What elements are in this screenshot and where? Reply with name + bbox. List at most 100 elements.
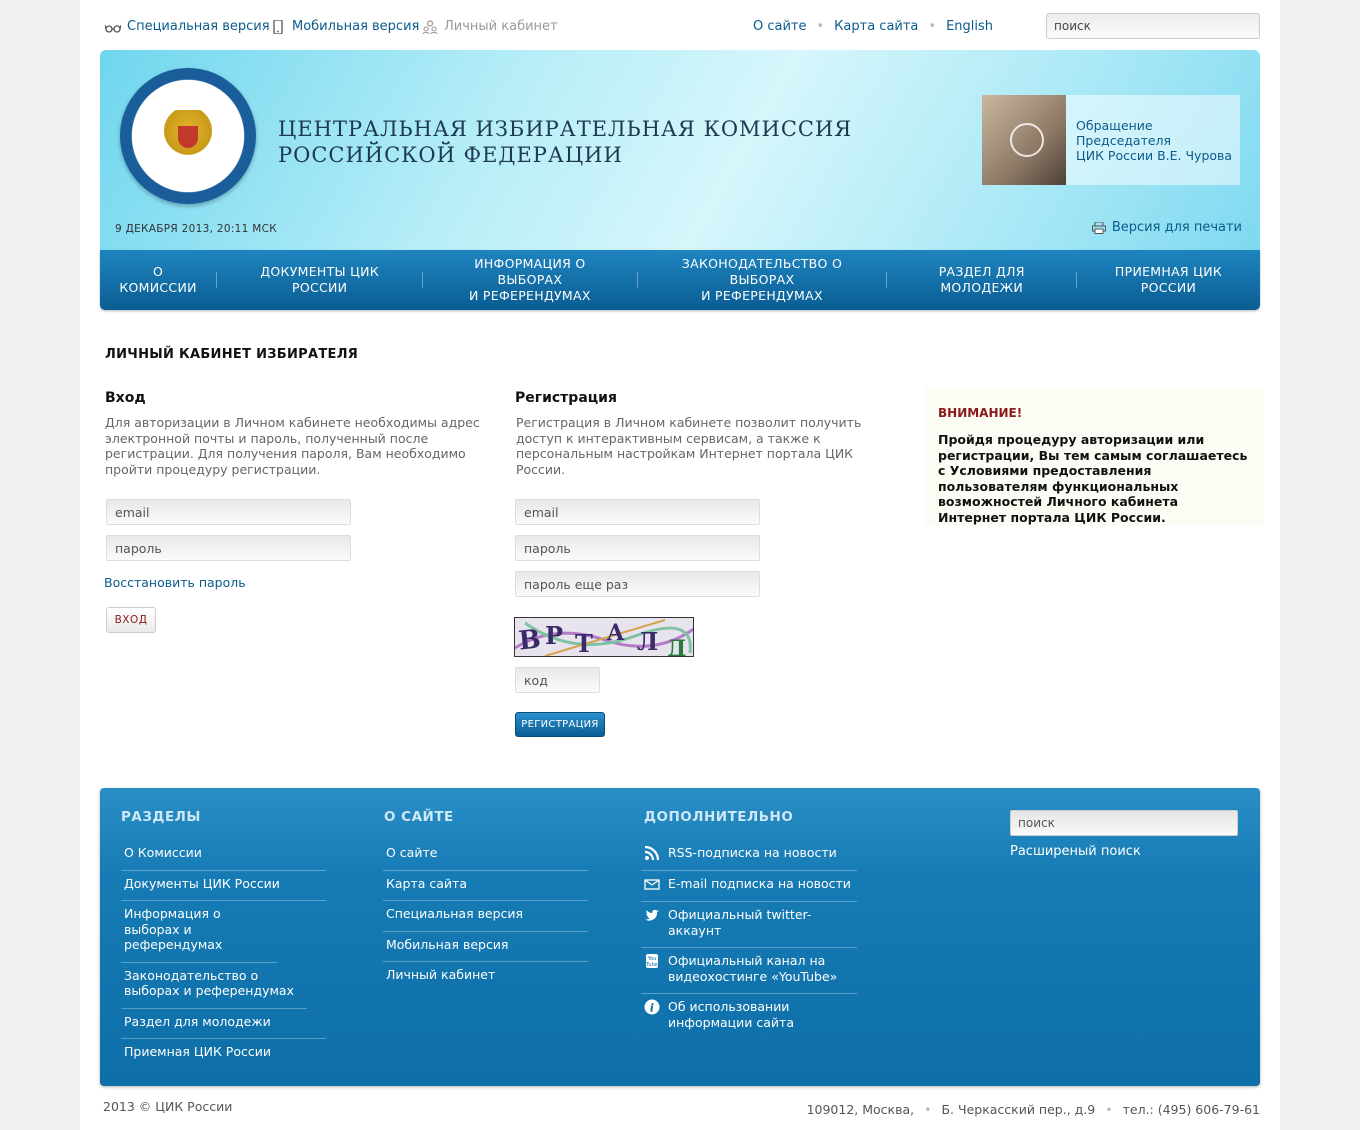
sitemap-link[interactable]: Карта сайта	[834, 19, 918, 34]
footer-link[interactable]: Приемная ЦИК России	[121, 1039, 326, 1069]
footer-extra-list: RSS-подписка на новости E-mail подписка …	[641, 840, 857, 1039]
restore-password-link[interactable]: Восстановить пароль	[104, 575, 246, 590]
english-link[interactable]: English	[946, 19, 993, 34]
footer-youtube-link[interactable]: You Tube Официальный канал на видеохостин…	[641, 948, 857, 994]
register-heading: Регистрация	[515, 390, 617, 406]
svg-text:B: B	[517, 624, 542, 656]
address-city: 109012, Москва,	[806, 1102, 915, 1117]
svg-text:Д: Д	[667, 636, 687, 657]
footer-link[interactable]: Мобильная версия	[383, 932, 588, 962]
shield-icon	[178, 126, 198, 148]
register-password-input[interactable]	[515, 535, 760, 561]
footer-info-link[interactable]: i Об использовании информации сайта	[641, 994, 857, 1039]
svg-text:T: T	[575, 629, 593, 657]
advanced-search-link[interactable]: Расширеный поиск	[1010, 844, 1141, 859]
register-email-input[interactable]	[515, 499, 760, 525]
footer-link[interactable]: Раздел для молодежи	[121, 1009, 326, 1039]
chairman-address-block[interactable]: Обращение Председателя ЦИК России В.Е. Ч…	[982, 95, 1240, 185]
footer-link[interactable]: Документы ЦИК России	[121, 871, 326, 901]
register-password-repeat-input[interactable]	[515, 571, 760, 597]
login-email-input[interactable]	[106, 499, 351, 525]
svg-text:A: A	[606, 620, 625, 646]
captcha-graphic: B P T A Л Д	[515, 618, 693, 657]
footer-link[interactable]: О Комиссии	[121, 840, 326, 871]
notice-box: ВНИМАНИЕ! Пройдя процедуру авторизации и…	[925, 388, 1263, 526]
info-icon: i	[644, 999, 660, 1015]
envelope-icon	[644, 879, 660, 890]
nav-elections-info[interactable]: Информация о выборах и референдумах	[423, 256, 636, 304]
page-title: ЛИЧНЫЙ КАБИНЕТ ИЗБИРАТЕЛЯ	[105, 347, 359, 362]
nav-legislation-line1: Законодательство о выборах	[681, 256, 843, 287]
footer-site-title: О САЙТЕ	[384, 809, 454, 825]
nav-reception[interactable]: Приемная ЦИК России	[1077, 264, 1260, 296]
print-version-label: Версия для печати	[1111, 220, 1242, 235]
login-description: Для авторизации в Личном кабинете необхо…	[105, 415, 480, 477]
chairman-line1: Обращение Председателя	[1076, 117, 1172, 148]
footer-link[interactable]: Карта сайта	[383, 871, 588, 901]
special-version-link[interactable]: Специальная версия	[105, 19, 270, 34]
footer-extra-title: ДОПОЛНИТЕЛЬНО	[644, 809, 794, 825]
printer-icon	[1091, 221, 1106, 234]
nav-documents[interactable]: Документы ЦИК России	[217, 264, 422, 296]
footer-site-list: О сайте Карта сайта Специальная версия М…	[383, 840, 588, 992]
glasses-icon	[105, 24, 121, 33]
login-heading: Вход	[105, 390, 146, 406]
special-version-label: Специальная версия	[127, 19, 270, 34]
address-phone: тел.: (495) 606-79-61	[1122, 1102, 1260, 1117]
footer-sections-list: О Комиссии Документы ЦИК России Информац…	[121, 840, 326, 1069]
footer-link[interactable]: Законодательство о выборах и референдума…	[121, 963, 307, 1009]
footer-link[interactable]: Личный кабинет	[383, 962, 588, 992]
nav-legislation[interactable]: Законодательство о выборах и референдума…	[637, 256, 886, 304]
copyright: 2013 © ЦИК России	[103, 1099, 233, 1114]
footer-twitter-link[interactable]: Официальный twitter-аккаунт	[641, 902, 857, 948]
footer-link[interactable]: Специальная версия	[383, 901, 588, 932]
login-button[interactable]: ВХОД	[106, 607, 156, 633]
login-password-input[interactable]	[106, 535, 351, 561]
footer-youtube-label: Официальный канал на видеохостинге «YouT…	[668, 953, 838, 984]
top-bar: Специальная версия Мобильная версия Личн…	[100, 0, 1260, 50]
print-version-link[interactable]: Версия для печати	[1091, 220, 1242, 235]
page: Специальная версия Мобильная версия Личн…	[80, 0, 1280, 1130]
nav-youth[interactable]: Раздел для молодежи	[887, 264, 1076, 296]
site-header: ЦЕНТРАЛЬНАЯ ИЗБИРАТЕЛЬНАЯ КОМИССИЯ РОССИ…	[100, 50, 1260, 250]
notice-body: Пройдя процедуру авторизации или регистр…	[938, 432, 1248, 525]
current-date: 9 ДЕКАБРЯ 2013, 20:11 МСК	[115, 223, 278, 235]
cec-emblem-logo[interactable]	[120, 68, 256, 204]
top-links: О сайте • Карта сайта • English	[753, 19, 993, 34]
nav-about-commission[interactable]: О комиссии	[100, 264, 216, 296]
register-button[interactable]: РЕГИСТРАЦИЯ	[515, 712, 605, 737]
captcha-image: B P T A Л Д	[514, 617, 694, 657]
user-group-icon	[422, 19, 438, 34]
phone-icon	[273, 19, 283, 34]
footer-search-input[interactable]	[1010, 810, 1238, 836]
notice-title: ВНИМАНИЕ!	[938, 406, 1023, 420]
footer-rss-link[interactable]: RSS-подписка на новости	[641, 840, 857, 871]
chairman-address-link[interactable]: Обращение Председателя ЦИК России В.Е. Ч…	[1076, 118, 1240, 163]
chairman-photo[interactable]	[982, 95, 1067, 185]
play-icon	[1010, 123, 1044, 157]
about-link[interactable]: О сайте	[753, 19, 807, 34]
address-line: 109012, Москва, • Б. Черкасский пер., д.…	[807, 1102, 1260, 1117]
captcha-code-input[interactable]	[515, 667, 600, 693]
address-street: Б. Черкасский пер., д.9	[941, 1102, 1096, 1117]
site-footer: РАЗДЕЛЫ О Комиссии Документы ЦИК России …	[100, 788, 1260, 1086]
youtube-icon: YouTube	[645, 954, 658, 968]
site-title-line2: РОССИЙСКОЙ ФЕДЕРАЦИИ	[278, 143, 623, 167]
footer-rss-label: RSS-подписка на новости	[668, 845, 837, 860]
top-search-input[interactable]	[1046, 13, 1260, 39]
cabinet-link[interactable]: Личный кабинет	[422, 19, 558, 34]
separator-dot: •	[816, 19, 825, 34]
register-description: Регистрация в Личном кабинете позволит п…	[516, 415, 862, 477]
svg-text:P: P	[545, 621, 563, 650]
footer-link[interactable]: Информация о выборах и референдумах	[121, 901, 277, 963]
svg-text:Л: Л	[637, 627, 658, 656]
nav-elections-info-line2: и референдумах	[469, 288, 591, 303]
site-title-line1: ЦЕНТРАЛЬНАЯ ИЗБИРАТЕЛЬНАЯ КОМИССИЯ	[278, 117, 853, 141]
svg-text:i: i	[650, 1002, 654, 1015]
twitter-bird-icon	[645, 909, 659, 921]
site-title: ЦЕНТРАЛЬНАЯ ИЗБИРАТЕЛЬНАЯ КОМИССИЯ РОССИ…	[278, 116, 852, 168]
mobile-version-link[interactable]: Мобильная версия	[270, 19, 419, 34]
footer-link[interactable]: О сайте	[383, 840, 588, 871]
footer-email-link[interactable]: E-mail подписка на новости	[641, 871, 857, 902]
rss-icon	[644, 845, 660, 861]
